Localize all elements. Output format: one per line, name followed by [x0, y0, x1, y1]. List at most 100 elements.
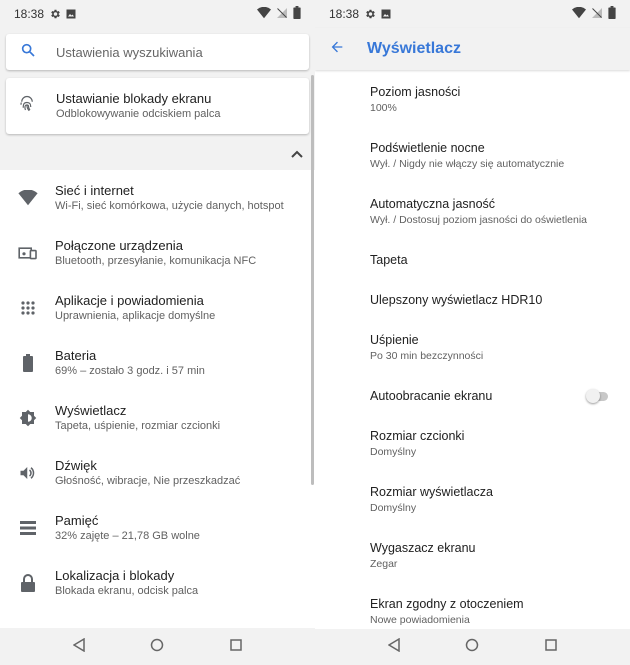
search-icon	[20, 42, 36, 63]
item-title: Wyświetlacz	[55, 402, 127, 418]
item-subtitle: 32% zajęte – 21,78 GB wolne	[55, 529, 200, 542]
settings-item-battery[interactable]: Bateria 69% – zostało 3 godz. i 57 min	[0, 335, 315, 390]
settings-item-display[interactable]: Wyświetlacz Tapeta, uśpienie, rozmiar czc…	[0, 390, 315, 445]
status-bar: 18:38	[0, 0, 315, 28]
item-title: Dźwięk	[55, 457, 97, 473]
back-arrow-icon[interactable]	[329, 39, 345, 60]
settings-main-screen: 18:38 Ustawienia wyszukiwania Ustawianie…	[0, 0, 315, 665]
setting-title: Ulepszony wyświetlacz HDR10	[370, 292, 543, 307]
no-signal-icon	[276, 7, 288, 22]
setting-sleep[interactable]: Uśpienie Po 30 min bezczynności	[315, 320, 630, 376]
no-signal-icon	[591, 7, 603, 22]
recents-nav-icon[interactable]	[230, 638, 242, 656]
setting-subtitle: Domyślny	[370, 446, 417, 458]
image-icon	[65, 8, 77, 20]
setting-screensaver[interactable]: Wygaszacz ekranu Zegar	[315, 528, 630, 584]
setting-title: Ekran zgodny z otoczeniem	[370, 597, 524, 611]
home-nav-icon[interactable]	[465, 638, 479, 657]
item-subtitle: Blokada ekranu, odcisk palca	[55, 584, 199, 597]
lock-icon	[18, 573, 38, 593]
display-settings-list: Poziom jasności 100% Podświetlenie nocne…	[315, 72, 630, 629]
devices-icon	[18, 243, 38, 263]
item-subtitle: Głośność, wibracje, Nie przeszkadzać	[55, 474, 241, 487]
item-title: Pamięć	[55, 512, 99, 528]
setting-subtitle: Wył. / Dostosuj poziom jasności do oświe…	[370, 214, 587, 226]
search-placeholder: Ustawienia wyszukiwania	[56, 44, 203, 60]
brightness-icon	[18, 408, 38, 428]
setting-title: Wygaszacz ekranu	[370, 541, 476, 555]
setting-wallpaper[interactable]: Tapeta	[315, 240, 630, 280]
setting-auto-brightness[interactable]: Automatyczna jasność Wył. / Dostosuj poz…	[315, 184, 630, 240]
setting-title: Podświetlenie nocne	[370, 141, 485, 155]
back-nav-icon[interactable]	[72, 637, 85, 657]
item-title: Połączone urządzenia	[55, 237, 183, 253]
settings-item-connected-devices[interactable]: Połączone urządzenia Bluetooth, przesyłan…	[0, 225, 315, 280]
display-settings-screen: 18:38 Wyświetlacz Poziom jasności 100% P…	[315, 0, 630, 665]
setting-ambient-display[interactable]: Ekran zgodny z otoczeniem Nowe powiadomi…	[315, 584, 630, 629]
back-nav-icon[interactable]	[387, 637, 400, 657]
setting-title: Tapeta	[370, 252, 408, 267]
collapse-suggestions-button[interactable]	[0, 138, 315, 170]
setting-display-size[interactable]: Rozmiar wyświetlacza Domyślny	[315, 472, 630, 528]
item-title: Lokalizacja i blokady	[55, 567, 175, 583]
setting-subtitle: Wył. / Nigdy nie włączy się automatyczni…	[370, 158, 565, 170]
setting-font-size[interactable]: Rozmiar czcionki Domyślny	[315, 416, 630, 472]
settings-item-storage[interactable]: Pamięć 32% zajęte – 21,78 GB wolne	[0, 500, 315, 555]
scrollbar[interactable]	[311, 75, 314, 485]
chevron-up-icon	[291, 145, 303, 163]
item-title: Bateria	[55, 347, 97, 363]
setting-subtitle: 100%	[370, 102, 397, 114]
toggle-thumb	[586, 389, 600, 403]
settings-item-location-security[interactable]: Lokalizacja i blokady Blokada ekranu, odc…	[0, 555, 315, 610]
recents-nav-icon[interactable]	[545, 638, 557, 656]
setting-title: Rozmiar czcionki	[370, 429, 465, 443]
setting-title: Rozmiar wyświetlacza	[370, 485, 493, 499]
storage-icon	[18, 518, 38, 538]
navigation-bar	[0, 629, 315, 665]
wifi-icon	[18, 188, 38, 208]
item-subtitle: Tapeta, uśpienie, rozmiar czcionki	[55, 419, 221, 432]
home-nav-icon[interactable]	[150, 638, 164, 657]
volume-icon	[18, 463, 38, 483]
wifi-signal-icon	[257, 6, 271, 22]
setting-subtitle: Zegar	[370, 558, 398, 570]
app-bar: Wyświetlacz	[315, 28, 630, 70]
gear-icon	[49, 8, 61, 20]
setting-hdr10-display[interactable]: Ulepszony wyświetlacz HDR10	[315, 280, 630, 320]
status-bar: 18:38	[315, 0, 630, 28]
navigation-bar	[315, 629, 630, 665]
battery-icon	[18, 353, 38, 373]
item-subtitle: Bluetooth, przesyłanie, komunikacja NFC	[55, 254, 257, 267]
battery-status-icon	[608, 6, 616, 22]
settings-item-sound[interactable]: Dźwięk Głośność, wibracje, Nie przeszkadz…	[0, 445, 315, 500]
item-title: Aplikacje i powiadomienia	[55, 292, 204, 308]
auto-rotate-toggle[interactable]	[586, 389, 610, 403]
setting-night-light[interactable]: Podświetlenie nocne Wył. / Nigdy nie włą…	[315, 128, 630, 184]
setting-subtitle: Po 30 min bezczynności	[370, 350, 484, 362]
item-subtitle: 69% – zostało 3 godz. i 57 min	[55, 364, 205, 377]
screen-lock-suggestion-card[interactable]: Ustawianie blokady ekranu Odblokowywanie…	[6, 78, 309, 134]
setting-title: Poziom jasności	[370, 85, 461, 99]
settings-item-apps[interactable]: Aplikacje i powiadomienia Uprawnienia, ap…	[0, 280, 315, 335]
setting-brightness-level[interactable]: Poziom jasności 100%	[315, 72, 630, 128]
setting-title: Uśpienie	[370, 333, 419, 347]
setting-subtitle: Nowe powiadomienia	[370, 614, 470, 626]
battery-status-icon	[293, 6, 301, 22]
settings-item-network[interactable]: Sieć i internet Wi-Fi, sieć komórkowa, uż…	[0, 170, 315, 225]
status-time: 18:38	[14, 7, 45, 21]
wifi-signal-icon	[572, 6, 586, 22]
item-subtitle: Uprawnienia, aplikacje domyślne	[55, 309, 216, 322]
settings-category-list: Sieć i internet Wi-Fi, sieć komórkowa, uż…	[0, 170, 315, 628]
apps-icon	[18, 298, 38, 318]
page-title: Wyświetlacz	[367, 40, 461, 57]
item-subtitle: Wi-Fi, sieć komórkowa, użycie danych, ho…	[55, 199, 284, 212]
item-title: Sieć i internet	[55, 182, 134, 198]
gear-icon	[364, 8, 376, 20]
status-time: 18:38	[329, 7, 360, 21]
search-box[interactable]: Ustawienia wyszukiwania	[6, 34, 309, 70]
suggestion-title: Ustawianie blokady ekranu	[56, 91, 212, 106]
setting-auto-rotate[interactable]: Autoobracanie ekranu	[315, 376, 630, 416]
image-icon	[380, 8, 392, 20]
fingerprint-icon	[18, 94, 36, 119]
setting-title: Automatyczna jasność	[370, 197, 496, 211]
